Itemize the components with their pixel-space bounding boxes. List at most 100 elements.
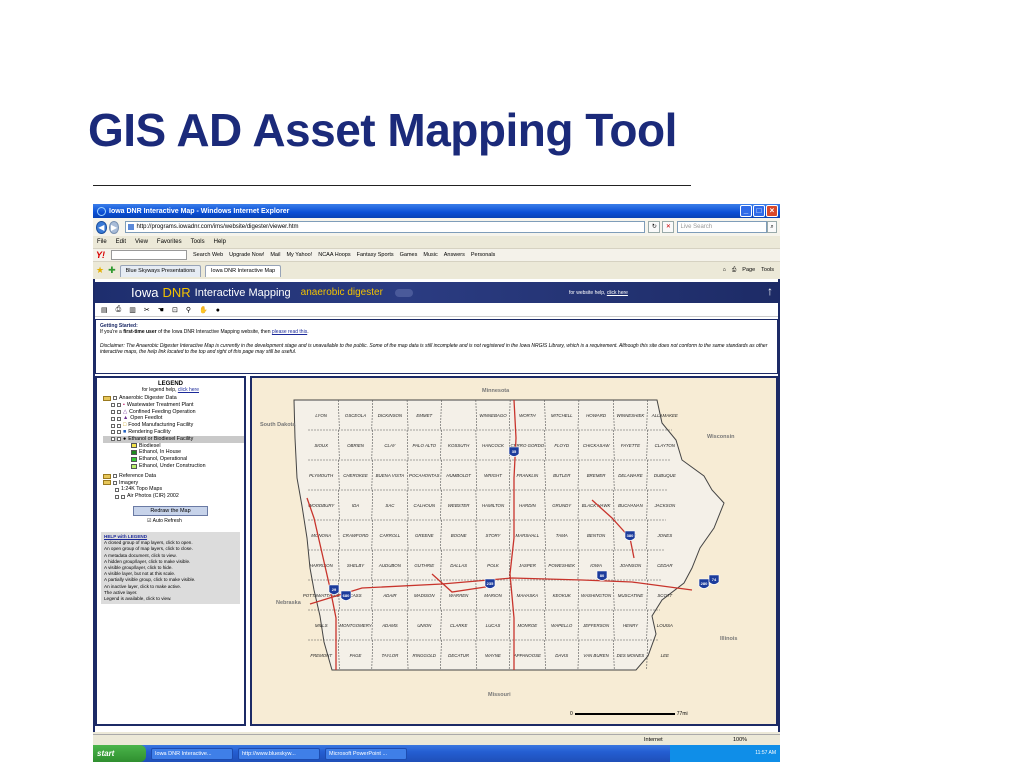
- menu-view[interactable]: View: [135, 237, 148, 247]
- legend-layer-row[interactable]: 1:24K Topo Maps: [103, 486, 244, 493]
- radio[interactable]: [117, 437, 121, 442]
- pan-hand-icon[interactable]: ✋: [199, 306, 208, 314]
- checkbox[interactable]: [111, 403, 115, 408]
- county-label: CASS: [350, 593, 362, 598]
- print-icon[interactable]: ⎙: [116, 306, 122, 314]
- county-label: FRANKLIN: [517, 473, 540, 478]
- search-icon[interactable]: ⌕: [767, 221, 777, 233]
- legend-help-link[interactable]: click here: [178, 387, 199, 393]
- auto-refresh-row[interactable]: ☑ Auto Refresh: [147, 518, 244, 524]
- menu-file[interactable]: File: [97, 237, 107, 247]
- radio[interactable]: [117, 430, 121, 435]
- yahoo-my-yahoo[interactable]: My Yahoo!: [286, 252, 312, 258]
- yahoo-ncaa[interactable]: NCAA Hoops: [318, 252, 350, 258]
- header-help-link[interactable]: click here: [607, 290, 628, 296]
- menu-favorites[interactable]: Favorites: [157, 237, 182, 247]
- print-icon[interactable]: ⎙: [732, 267, 736, 274]
- folder-closed-icon[interactable]: [103, 473, 111, 479]
- minimize-button[interactable]: _: [740, 205, 752, 217]
- info-icon[interactable]: ●: [216, 307, 220, 314]
- checkbox[interactable]: [111, 416, 115, 421]
- legend-group-row[interactable]: Imagery: [103, 480, 244, 487]
- layers-icon[interactable]: ▥: [129, 306, 136, 314]
- home-icon[interactable]: ⌂: [723, 267, 726, 274]
- scroll-top-icon[interactable]: ↑: [767, 284, 773, 298]
- yahoo-personals[interactable]: Personals: [471, 252, 495, 258]
- construction-swatch: [131, 463, 137, 469]
- county-label: CHICKASAW: [583, 443, 610, 448]
- checkbox[interactable]: [115, 494, 119, 499]
- getting-started-panel: Getting Started: If you're a first-time …: [95, 319, 778, 374]
- favorites-star-icon[interactable]: ★: [96, 265, 104, 276]
- yahoo-search-web[interactable]: Search Web: [193, 252, 223, 258]
- close-button[interactable]: ×: [766, 205, 778, 217]
- start-button[interactable]: start: [93, 745, 146, 762]
- task-ie[interactable]: Iowa DNR Interactive...: [151, 747, 233, 760]
- identify-icon[interactable]: ☚: [158, 306, 164, 314]
- back-button[interactable]: ◀: [96, 220, 107, 234]
- radio[interactable]: [117, 423, 121, 428]
- checkbox[interactable]: [113, 474, 117, 479]
- yahoo-upgrade[interactable]: Upgrade Now!: [229, 252, 264, 258]
- checkbox[interactable]: [113, 480, 117, 485]
- stop-icon[interactable]: ✕: [662, 221, 675, 233]
- yahoo-logo-icon[interactable]: Y!: [96, 250, 105, 260]
- legend-group-row[interactable]: Reference Data: [103, 473, 244, 480]
- checkbox[interactable]: [115, 487, 119, 492]
- live-search-input[interactable]: Live Search: [677, 221, 768, 233]
- please-read-link[interactable]: please read this: [272, 329, 307, 335]
- zoom-level[interactable]: 100%: [733, 735, 747, 745]
- folder-open-icon[interactable]: [103, 395, 111, 401]
- menu-tools[interactable]: Tools: [191, 237, 205, 247]
- menu-edit[interactable]: Edit: [116, 237, 126, 247]
- redraw-map-button[interactable]: Redraw the Map: [133, 505, 208, 516]
- radio[interactable]: [117, 416, 121, 421]
- checkbox[interactable]: [111, 409, 115, 414]
- county-label: DUBUQUE: [654, 473, 676, 478]
- legend-layer-row[interactable]: □ Food Manufacturing Facility: [103, 422, 244, 429]
- legend-layer-row[interactable]: △ Confined Feeding Operation: [103, 409, 244, 416]
- print-map-icon[interactable]: ▤: [101, 306, 108, 314]
- refresh-icon[interactable]: ↻: [648, 221, 661, 233]
- yahoo-music[interactable]: Music: [423, 252, 437, 258]
- legend-layer-row[interactable]: ■ Rendering Facility: [103, 429, 244, 436]
- imagery-label: Imagery: [119, 479, 139, 486]
- legend-layer-row[interactable]: Air Photos (CIR) 2002: [103, 493, 244, 500]
- legend-layer-row[interactable]: ▪ Wastewater Treatment Plant: [103, 402, 244, 409]
- address-bar[interactable]: http://programs.iowadnr.com/ims/website/…: [125, 221, 646, 233]
- header-interactive: Interactive Mapping: [194, 286, 291, 299]
- auto-refresh-checkbox[interactable]: ☑: [147, 518, 151, 524]
- zoom-box-icon[interactable]: ⊡: [172, 306, 178, 314]
- yahoo-mail[interactable]: Mail: [270, 252, 280, 258]
- legend-group-row[interactable]: Anaerobic Digester Data: [103, 395, 244, 402]
- folder-open-icon[interactable]: [103, 480, 111, 486]
- zoom-icon[interactable]: ⚲: [186, 306, 191, 314]
- checkbox[interactable]: [113, 396, 117, 401]
- radio[interactable]: [117, 409, 121, 414]
- map-view[interactable]: LYON OSCEOLA DICKINSON EMMET WINNEBAGO WORTH M…: [250, 376, 778, 726]
- menu-help[interactable]: Help: [214, 237, 226, 247]
- radio[interactable]: [121, 494, 125, 499]
- maximize-button[interactable]: □: [753, 205, 765, 217]
- checkbox[interactable]: [111, 437, 115, 442]
- pan-back-icon[interactable]: ✂: [144, 306, 150, 314]
- legend-layer-row[interactable]: ▲ Open Feedlot: [103, 415, 244, 422]
- tools-menu[interactable]: Tools: [761, 267, 774, 274]
- yahoo-fantasy[interactable]: Fantasy Sports: [357, 252, 394, 258]
- task-blueskyways[interactable]: http://www.blueskyw...: [238, 747, 320, 760]
- iowa-map[interactable]: LYON OSCEOLA DICKINSON EMMET WINNEBAGO WORTH M…: [252, 378, 776, 724]
- checkbox[interactable]: [111, 430, 115, 435]
- yahoo-search-input[interactable]: [111, 250, 187, 260]
- tab-blue-skyways[interactable]: Blue Skyways Presentations: [119, 264, 202, 277]
- add-favorite-icon[interactable]: ✚: [108, 265, 116, 276]
- tab-iowa-dnr[interactable]: Iowa DNR Interactive Map: [205, 264, 282, 277]
- page-menu[interactable]: Page: [742, 267, 755, 274]
- radio[interactable]: [117, 403, 121, 408]
- legend-layer-row-active[interactable]: ● Ethanol or Biodiesel Facility: [103, 435, 244, 443]
- forward-button[interactable]: ▶: [108, 220, 120, 234]
- checkbox[interactable]: [111, 423, 115, 428]
- task-powerpoint[interactable]: Microsoft PowerPoint ...: [325, 747, 407, 760]
- yahoo-games[interactable]: Games: [400, 252, 418, 258]
- svg-text:80: 80: [600, 573, 605, 578]
- yahoo-answers[interactable]: Answers: [444, 252, 465, 258]
